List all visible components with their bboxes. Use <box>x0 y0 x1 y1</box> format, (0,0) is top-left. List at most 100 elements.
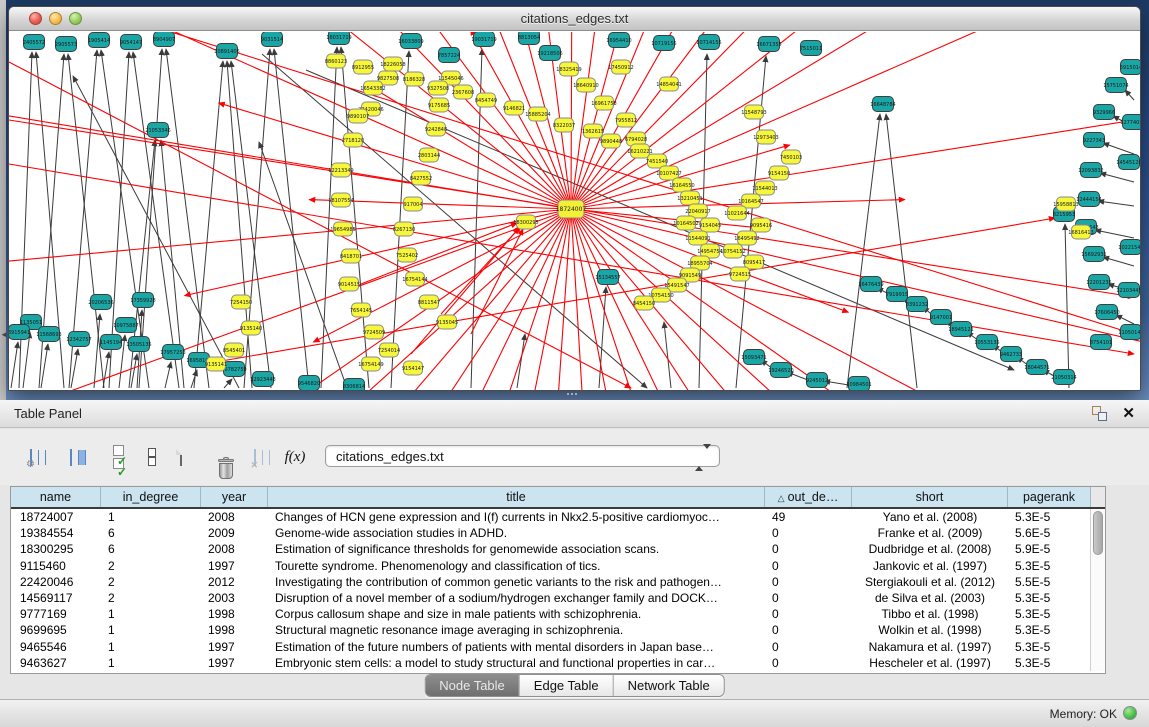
float-panel-icon[interactable] <box>1092 406 1107 421</box>
new-table-icon[interactable] <box>166 441 196 473</box>
table-cell-short[interactable]: Stergiakouli et al. (2012) <box>852 574 1008 590</box>
table-cell-title[interactable]: Tourette syndrome. Phenomenology and cla… <box>268 558 765 574</box>
graph-node[interactable]: 2405572 <box>23 35 45 50</box>
graph-node[interactable]: 15751074 <box>1103 78 1128 93</box>
graph-node[interactable]: 16816413 <box>1068 225 1093 239</box>
graph-node[interactable]: 11050141 <box>1118 325 1140 340</box>
graph-node[interactable]: 11544013 <box>752 181 777 195</box>
table-cell-in_degree[interactable]: 1 <box>101 622 201 638</box>
table-cell-out_degree[interactable]: 0 <box>765 606 852 622</box>
table-cell-year[interactable]: 2008 <box>201 541 268 557</box>
graph-node[interactable]: 13505135 <box>126 337 151 352</box>
graph-node[interactable]: 8427552 <box>410 171 432 185</box>
graph-node[interactable]: 18945121 <box>948 322 973 337</box>
table-cell-title[interactable]: Investigating the contribution of common… <box>268 574 765 590</box>
table-cell-pagerank[interactable]: 5.3E-5 <box>1008 509 1091 525</box>
graph-node[interactable]: 8904907 <box>153 32 175 47</box>
table-cell-year[interactable]: 2009 <box>201 525 268 541</box>
citation-edge-red[interactable] <box>219 103 571 209</box>
citation-edge[interactable] <box>1098 201 1134 206</box>
graph-node[interactable]: 12201235 <box>1086 275 1111 290</box>
graph-node[interactable]: 8454749 <box>475 93 497 107</box>
citation-edge[interactable] <box>1100 173 1134 182</box>
citation-edge[interactable] <box>306 70 1014 370</box>
graph-node[interactable]: 20891406 <box>214 44 239 59</box>
graph-node[interactable]: 16754149 <box>358 357 383 371</box>
table-cell-title[interactable]: Disruption of a novel member of a sodium… <box>268 590 765 606</box>
table-cell-short[interactable]: Wolkin et al. (1998) <box>852 622 1008 638</box>
table-cell-short[interactable]: Franke et al. (2009) <box>852 525 1008 541</box>
table-cell-name[interactable]: 9463627 <box>11 655 101 671</box>
graph-node[interactable]: 9462733 <box>1000 347 1022 362</box>
graph-node[interactable]: 7515011 <box>800 41 822 56</box>
graph-node[interactable]: 7525402 <box>396 248 418 262</box>
graph-node[interactable]: 16476439 <box>858 277 883 292</box>
citation-edge[interactable] <box>103 352 109 388</box>
graph-node[interactable]: 9095416 <box>750 218 772 232</box>
graph-node[interactable]: 7955812 <box>615 113 637 127</box>
column-header-pagerank[interactable]: pagerank <box>1008 487 1091 507</box>
graph-node[interactable]: 16543382 <box>360 81 385 95</box>
graph-node[interactable]: 12342757 <box>66 332 91 347</box>
graph-node[interactable]: 17606450 <box>1094 305 1119 320</box>
table-cell-name[interactable]: 19384554 <box>11 525 101 541</box>
table-cell-in_degree[interactable]: 1 <box>101 606 201 622</box>
graph-node[interactable]: 3915941 <box>9 325 30 340</box>
graph-node[interactable]: 10754152 <box>720 244 745 258</box>
table-cell-year[interactable]: 1998 <box>201 606 268 622</box>
graph-node[interactable]: 12444154 <box>1076 192 1101 207</box>
table-cell-out_degree[interactable]: 0 <box>765 541 852 557</box>
table-cell-pagerank[interactable]: 5.3E-5 <box>1008 639 1091 655</box>
graph-node[interactable]: 9227343 <box>1083 133 1105 148</box>
table-cell-short[interactable]: Jankovic et al. (1997) <box>852 558 1008 574</box>
graph-node[interactable]: 10714155 <box>696 35 721 50</box>
table-cell-name[interactable]: 18724007 <box>11 509 101 525</box>
graph-node[interactable]: 9031514 <box>261 32 283 47</box>
table-cell-pagerank[interactable]: 5.6E-5 <box>1008 525 1091 541</box>
graph-node[interactable]: 21053346 <box>145 123 170 138</box>
graph-node[interactable]: 8306814 <box>343 379 365 392</box>
table-row[interactable]: 1830029562008Estimation of significance … <box>11 541 1105 557</box>
table-cell-name[interactable]: 9115460 <box>11 558 101 574</box>
graph-node[interactable]: 16671355 <box>756 37 781 52</box>
column-header-in_degree[interactable]: in_degree <box>101 487 201 507</box>
hub-node[interactable]: 18724007 <box>556 200 587 218</box>
table-cell-name[interactable]: 9699695 <box>11 622 101 638</box>
citation-edge[interactable] <box>244 49 270 388</box>
table-cell-in_degree[interactable]: 6 <box>101 525 201 541</box>
graph-node[interactable]: 7450103 <box>780 150 802 164</box>
graph-node[interactable]: 2905573 <box>55 37 77 52</box>
graph-node[interactable]: 9014515 <box>338 277 360 291</box>
citation-edge[interactable] <box>1103 143 1134 154</box>
tab-network-table[interactable]: Network Table <box>614 675 724 696</box>
table-cell-out_degree[interactable]: 49 <box>765 509 852 525</box>
close-panel-icon[interactable]: ✕ <box>1122 404 1135 422</box>
graph-node[interactable]: 11548793 <box>741 105 766 119</box>
graph-node[interactable]: 1362615 <box>582 124 604 138</box>
graph-node[interactable]: 17359928 <box>130 293 155 308</box>
scrollbar-thumb[interactable] <box>1093 511 1103 555</box>
graph-node[interactable]: 9245012 <box>806 373 828 388</box>
table-cell-name[interactable]: 18300295 <box>11 541 101 557</box>
table-cell-in_degree[interactable]: 2 <box>101 574 201 590</box>
graph-node[interactable]: 12213349 <box>328 163 353 177</box>
split-pane-handle[interactable] <box>566 392 582 398</box>
memory-indicator-icon[interactable] <box>1123 706 1137 720</box>
delete-attribute-icon[interactable] <box>202 441 232 473</box>
graph-node[interactable]: 12774051 <box>1120 115 1140 130</box>
graph-node[interactable]: 1905414 <box>88 33 110 48</box>
table-row[interactable]: 969969511998Structural magnetic resonanc… <box>11 622 1105 638</box>
table-cell-year[interactable]: 2003 <box>201 590 268 606</box>
graph-node[interactable]: 8391232 <box>906 297 928 312</box>
function-builder-icon[interactable]: f(x) <box>278 441 312 473</box>
table-cell-pagerank[interactable]: 5.5E-5 <box>1008 574 1091 590</box>
collapse-arrow-icon[interactable]: ◄ <box>0 330 8 339</box>
table-cell-title[interactable]: Corpus callosum shape and size in male p… <box>268 606 765 622</box>
table-cell-out_degree[interactable]: 0 <box>765 558 852 574</box>
graph-node[interactable]: 12973403 <box>753 130 778 144</box>
graph-node[interactable]: 10719155 <box>651 36 676 51</box>
citation-edge[interactable] <box>274 49 309 388</box>
graph-node[interactable]: 8454150 <box>633 296 655 310</box>
graph-node[interactable]: 15093471 <box>741 350 766 365</box>
table-cell-in_degree[interactable]: 2 <box>101 558 201 574</box>
